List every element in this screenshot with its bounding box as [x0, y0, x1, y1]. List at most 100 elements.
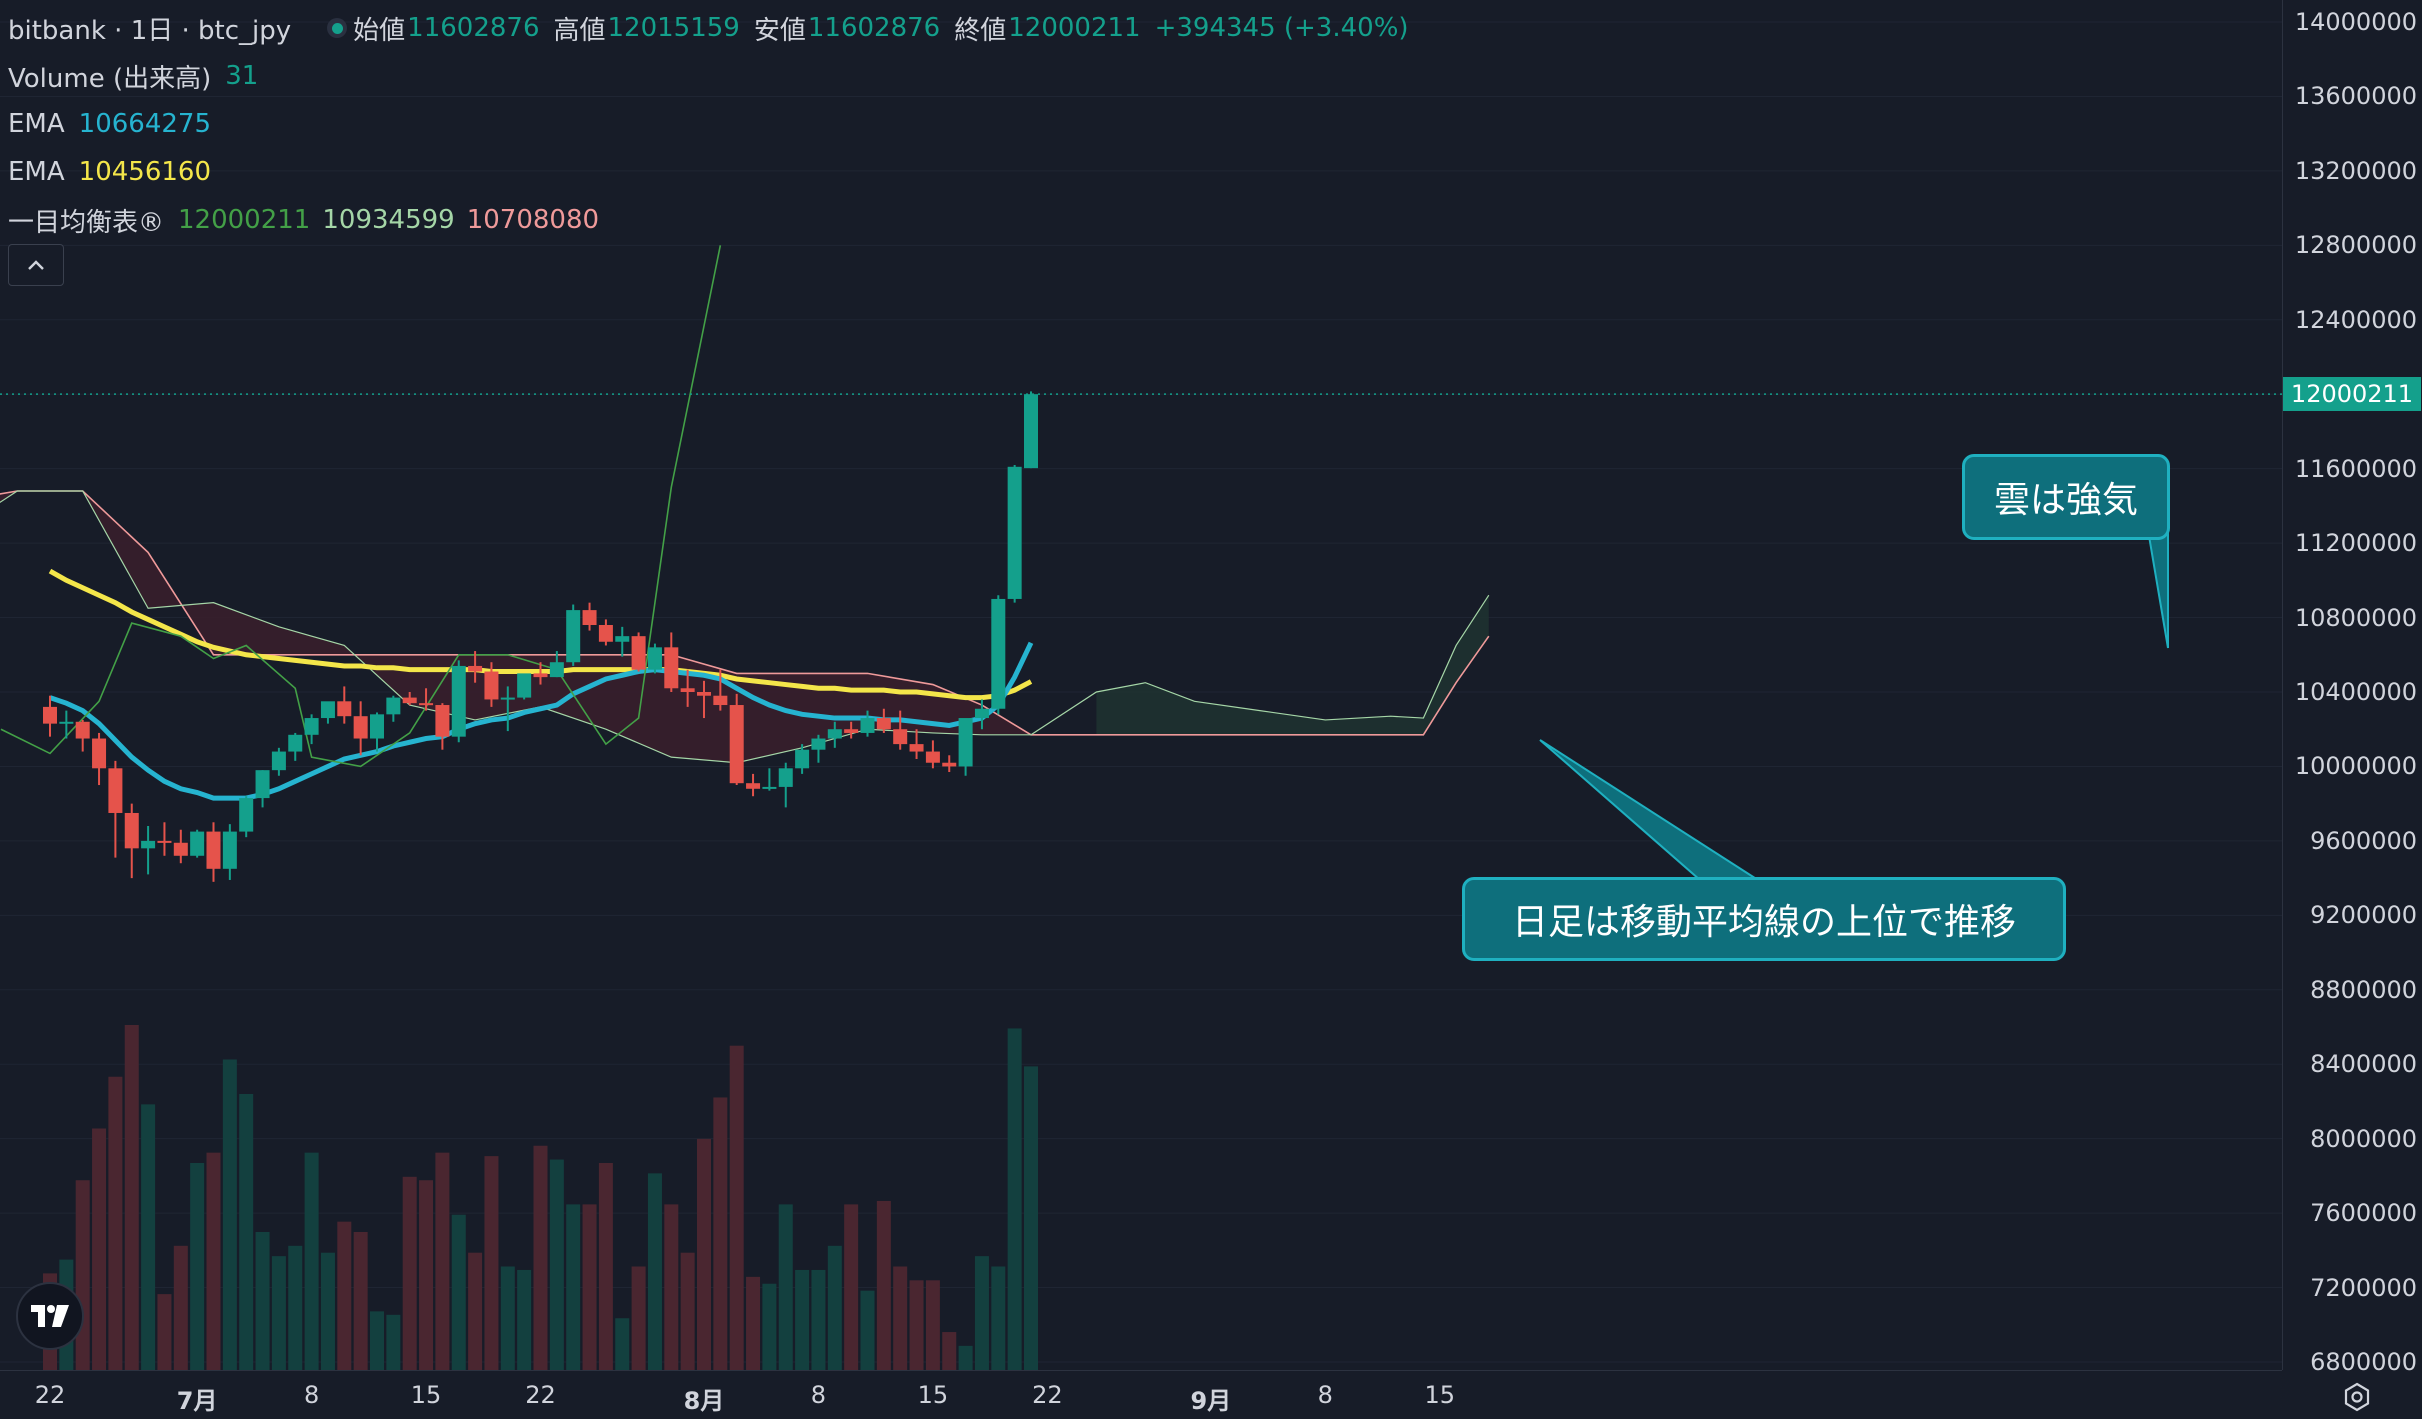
volume-bar: [190, 1163, 205, 1370]
price-axis[interactable]: 14000000 13600000 13200000 12800000 12400000…: [2282, 0, 2422, 1376]
volume-bar: [288, 1245, 303, 1370]
volume-bar: [778, 1204, 793, 1370]
volume-bar: [222, 1059, 237, 1370]
price-tick: 9600000: [2310, 826, 2417, 855]
daily-pointer: [1539, 739, 1762, 881]
volume-bar: [271, 1256, 286, 1370]
tradingview-logo-icon[interactable]: [16, 1282, 84, 1350]
time-tick: 22: [1032, 1381, 1063, 1409]
time-tick: 7月: [176, 1387, 218, 1415]
candlesticks: [43, 391, 1038, 882]
symbol-title[interactable]: bitbank · 1日 · btc_jpy: [8, 10, 291, 47]
price-tick: 11200000: [2294, 529, 2417, 558]
annotation-pointers: [1539, 528, 2169, 881]
ema1-legend[interactable]: EMA 10664275: [8, 100, 1423, 148]
time-axis[interactable]: 22 7月 8 15 22 8月 8 15 22 9月 8 15: [0, 1370, 2282, 1419]
volume-bar: [157, 1294, 172, 1370]
candle-body: [664, 647, 679, 689]
candle-body: [239, 798, 254, 832]
candle-body: [942, 762, 957, 767]
time-tick: 9月: [1190, 1387, 1232, 1415]
candle-body: [1007, 466, 1022, 599]
price-tick: 8800000: [2310, 975, 2417, 1004]
bullish-cloud: [1096, 595, 1489, 735]
candle-body: [860, 718, 875, 733]
volume-bar: [108, 1076, 123, 1370]
candle-body: [680, 688, 695, 692]
candle-body: [811, 738, 826, 750]
candle-body: [697, 692, 711, 696]
volume-bar: [500, 1266, 515, 1370]
ema1-value: 10664275: [78, 109, 211, 139]
candle-body: [222, 831, 237, 869]
volume-bar: [746, 1276, 761, 1370]
change-value: +394345 (+3.40%): [1154, 13, 1409, 43]
candle-body: [598, 625, 613, 642]
volume-bar: [1024, 1066, 1038, 1370]
volume-bar: [647, 1173, 662, 1370]
candle-body: [762, 786, 777, 789]
chevron-up-icon: [28, 260, 44, 270]
ema2-value: 10456160: [78, 157, 211, 187]
time-tick: 15: [410, 1381, 442, 1409]
candle-body: [827, 729, 842, 739]
ichimoku-legend[interactable]: 一目均衡表® 12000211 10934599 10708080: [8, 196, 1423, 244]
gear-glyph: [2344, 1382, 2370, 1412]
candle-body: [43, 706, 57, 724]
candle-body: [844, 729, 859, 733]
price-tick: 11600000: [2294, 454, 2417, 483]
ichimoku-value-3: 10708080: [466, 205, 600, 235]
volume-bar: [517, 1269, 532, 1370]
volume-bar: [484, 1156, 499, 1370]
ema1-label: EMA: [8, 109, 65, 139]
candle-body: [271, 751, 286, 771]
candle-body: [320, 701, 335, 719]
time-tick: 22: [525, 1381, 556, 1409]
candle-body: [566, 610, 581, 663]
candle-body: [337, 701, 352, 717]
low-value: 11602876: [807, 13, 941, 43]
ema2-legend[interactable]: EMA 10456160: [8, 148, 1423, 196]
candle-body: [533, 673, 548, 678]
volume-bar: [860, 1290, 875, 1370]
tv-logo-mark: [31, 1305, 69, 1327]
volume-bar: [925, 1280, 940, 1370]
volume-legend[interactable]: Volume (出来高) 31: [8, 52, 1423, 100]
settings-gear-icon[interactable]: [2340, 1380, 2374, 1414]
volume-bar: [337, 1221, 352, 1370]
cloud-annotation: 雲は強気: [1962, 454, 2170, 540]
price-tick: 8400000: [2310, 1050, 2417, 1079]
collapse-legend-button[interactable]: [8, 244, 64, 286]
candle-body: [549, 662, 564, 678]
candle-body: [108, 768, 123, 813]
candle-body: [893, 729, 908, 745]
candle-body: [615, 636, 630, 642]
volume-bar: [991, 1266, 1006, 1370]
candle-body: [288, 734, 303, 752]
volume-bar: [844, 1204, 859, 1370]
daily-annotation: 日足は移動平均線の上位で推移: [1462, 877, 2066, 961]
volume-bar: [239, 1094, 254, 1370]
ema2-label: EMA: [8, 157, 65, 187]
candle-body: [795, 749, 810, 769]
high-label: 高値: [553, 15, 606, 46]
volume-bars: [43, 1025, 1038, 1370]
candle-body: [206, 831, 221, 869]
close-label: 終値: [954, 15, 1007, 46]
volume-bar: [974, 1256, 989, 1370]
candle-body: [370, 714, 384, 739]
candle-body: [1024, 394, 1038, 469]
candle-body: [353, 716, 368, 739]
price-tick: 7600000: [2310, 1199, 2417, 1228]
volume-bar: [598, 1163, 613, 1370]
price-tick: 14000000: [2294, 8, 2417, 36]
volume-bar: [353, 1232, 368, 1370]
candle-body: [451, 665, 466, 737]
time-tick: 22: [34, 1381, 66, 1409]
candle-body: [909, 744, 924, 752]
market-status-icon[interactable]: [327, 18, 348, 38]
volume-bar: [75, 1180, 90, 1370]
candle-body: [419, 703, 434, 706]
volume-bar: [92, 1128, 107, 1370]
open-value: 11602876: [407, 13, 540, 43]
